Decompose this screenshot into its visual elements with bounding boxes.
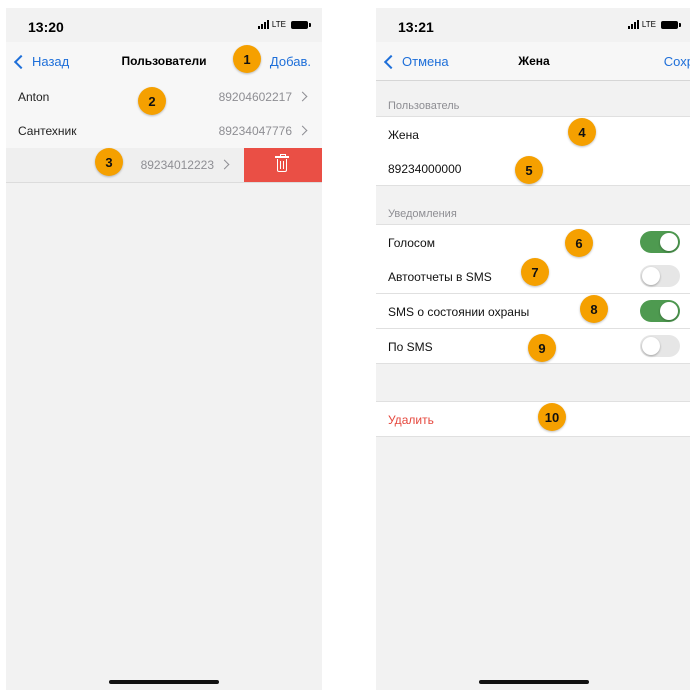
trash-icon — [275, 154, 289, 173]
callout-badge-9: 9 — [528, 334, 556, 362]
user-phone: 89234012223 — [140, 158, 214, 172]
callout-badge-2: 2 — [138, 87, 166, 115]
signal-icon — [257, 20, 269, 29]
status-time: 13:20 — [28, 19, 64, 35]
network-status: LTE — [257, 20, 311, 29]
delete-label: Удалить — [388, 413, 434, 427]
toggle-knob — [642, 267, 660, 285]
callout-badge-8: 8 — [580, 295, 608, 323]
callout-badge-4: 4 — [568, 118, 596, 146]
user-phone: 89234047776 — [218, 124, 292, 138]
callout-badge-10: 10 — [538, 403, 566, 431]
status-time: 13:21 — [398, 19, 434, 35]
page-title: Жена — [518, 54, 550, 68]
network-type: LTE — [641, 20, 656, 29]
notification-label: SMS о состоянии охраны — [388, 305, 530, 319]
signal-icon — [627, 20, 639, 29]
section-header-notifications: Уведомления — [388, 208, 457, 220]
by-sms-toggle[interactable] — [640, 335, 680, 357]
name-value: Жена — [388, 128, 419, 142]
user-row-plumber[interactable]: Сантехник 89234047776 — [6, 114, 322, 149]
callout-badge-7: 7 — [521, 258, 549, 286]
toggle-knob — [642, 337, 660, 355]
notification-label: Голосом — [388, 236, 435, 250]
save-button[interactable]: Сохр — [664, 54, 690, 69]
callout-badge-3: 3 — [95, 148, 123, 176]
user-row-swiped[interactable]: 89234012223 — [6, 148, 322, 183]
delete-user-button[interactable]: Удалить — [376, 401, 690, 437]
toggle-knob — [660, 302, 678, 320]
users-list-screen: 13:20 LTE Назад Пользователи Добав. Anto… — [6, 8, 322, 690]
toggle-knob — [660, 233, 678, 251]
security-sms-toggle[interactable] — [640, 300, 680, 322]
add-button[interactable]: Добав. — [270, 54, 311, 69]
notification-label: Автоотчеты в SMS — [388, 270, 492, 284]
nav-bar: Отмена Жена Сохр — [376, 42, 690, 81]
user-phone: 89204602217 — [218, 90, 292, 104]
battery-icon — [661, 20, 681, 29]
status-bar: 13:20 LTE — [6, 8, 322, 42]
auto-sms-toggle[interactable] — [640, 265, 680, 287]
notification-label: По SMS — [388, 340, 433, 354]
user-name: Сантехник — [18, 124, 77, 138]
callout-badge-5: 5 — [515, 156, 543, 184]
voice-toggle[interactable] — [640, 231, 680, 253]
notification-row-voice: Голосом — [376, 224, 690, 260]
user-name: Anton — [18, 90, 50, 104]
section-header-user: Пользователь — [388, 100, 460, 112]
home-indicator[interactable] — [109, 680, 219, 684]
battery-icon — [291, 20, 311, 29]
network-type: LTE — [271, 20, 286, 29]
phone-value: 89234000000 — [388, 162, 462, 176]
nav-bar: Назад Пользователи Добав. — [6, 42, 322, 81]
chevron-right-icon — [219, 159, 230, 170]
chevron-right-icon — [297, 125, 308, 136]
callout-badge-1: 1 — [233, 45, 261, 73]
notification-row-security-sms: SMS о состоянии охраны — [376, 294, 690, 329]
name-field[interactable]: Жена — [376, 116, 690, 152]
network-status: LTE — [627, 20, 681, 29]
callout-badge-6: 6 — [565, 229, 593, 257]
swipe-delete-button[interactable] — [244, 148, 322, 182]
chevron-right-icon — [297, 91, 308, 102]
status-bar: 13:21 LTE — [376, 8, 690, 42]
home-indicator[interactable] — [479, 680, 589, 684]
